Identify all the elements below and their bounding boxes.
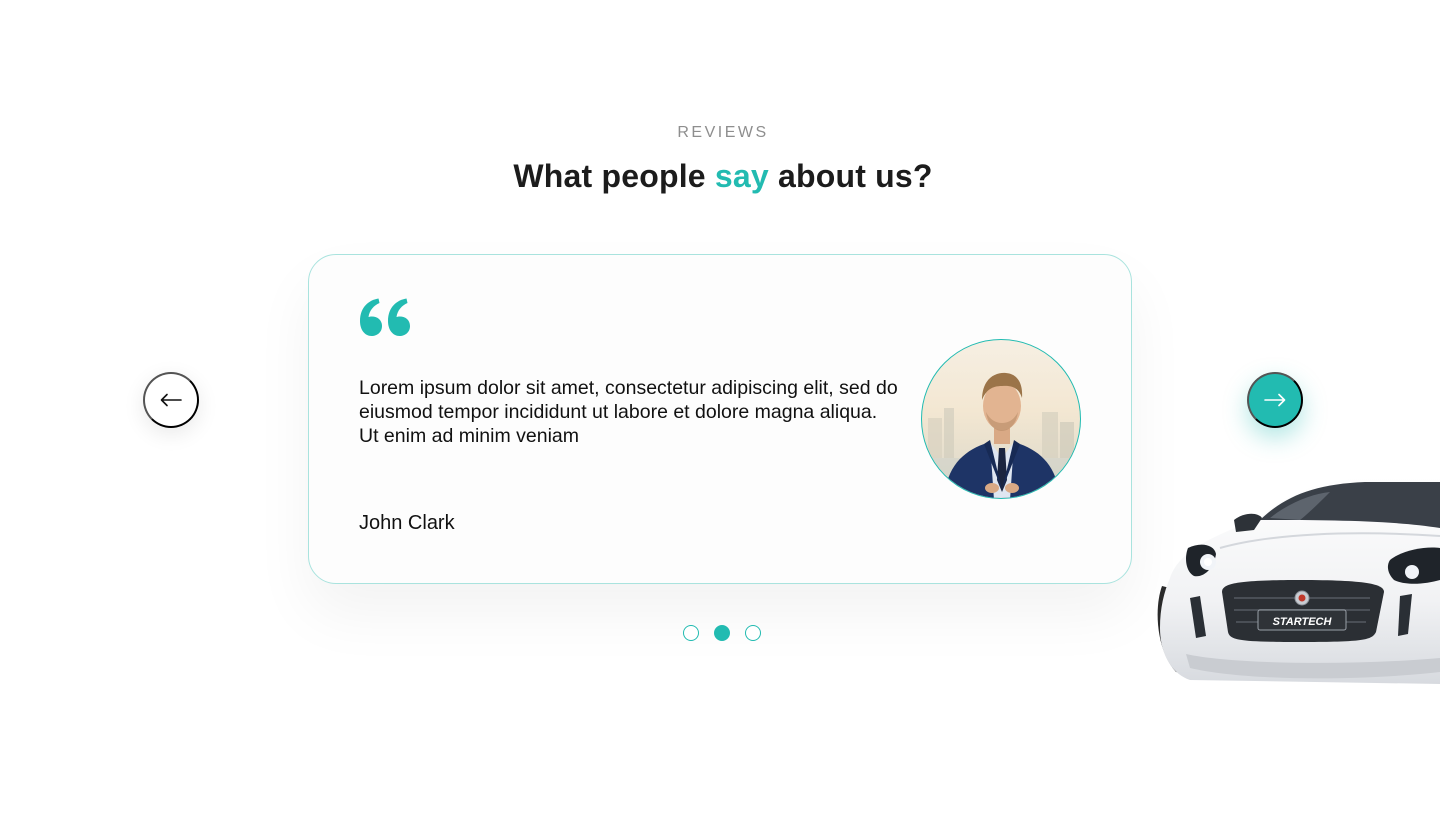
prev-review-button[interactable] (143, 372, 199, 428)
heading-text-before: What people (513, 158, 715, 194)
reviewer-name: John Clark (359, 512, 455, 534)
car-plate-text: STARTECH (1273, 616, 1333, 628)
review-card: Lorem ipsum dolor sit amet, consectetur … (308, 254, 1132, 584)
arrow-left-icon (160, 393, 182, 407)
avatar-photo (922, 372, 1080, 498)
heading-accent-word: say (714, 158, 769, 194)
quote-icon (360, 298, 410, 336)
section-heading: What people say about us? (0, 158, 1440, 195)
heading-text-after: about us? (768, 158, 933, 194)
section-eyebrow: REVIEWS (677, 124, 769, 141)
carousel-dot-3[interactable] (745, 625, 761, 641)
carousel-pagination (683, 625, 761, 641)
carousel-dot-1[interactable] (683, 625, 699, 641)
reviewer-avatar (921, 339, 1081, 499)
review-text: Lorem ipsum dolor sit amet, consectetur … (359, 377, 898, 447)
reviews-section: REVIEWS What people say about us? Lorem … (0, 0, 1440, 826)
carousel-dot-2[interactable] (714, 625, 730, 641)
arrow-right-icon (1264, 393, 1286, 407)
car-image: STARTECH (1157, 476, 1440, 684)
next-review-button[interactable] (1247, 372, 1303, 428)
